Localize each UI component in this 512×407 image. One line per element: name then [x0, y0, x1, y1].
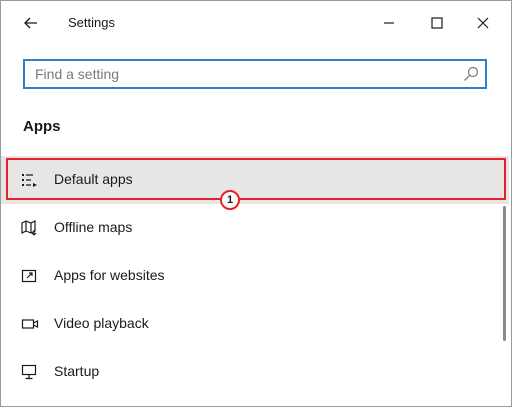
minimize-button[interactable] [375, 9, 403, 37]
nav-item-default-apps[interactable]: Default apps [1, 156, 509, 204]
nav-item-label: Startup [54, 363, 100, 379]
close-icon [477, 17, 489, 29]
nav-item-offline-maps[interactable]: Offline maps [1, 204, 509, 252]
scrollbar[interactable] [503, 206, 506, 341]
nav-item-label: Offline maps [54, 219, 133, 235]
back-arrow-icon [24, 17, 37, 29]
close-button[interactable] [469, 9, 497, 37]
startup-monitor-icon [21, 364, 37, 380]
nav-item-apps-for-websites[interactable]: Apps for websites [1, 252, 509, 300]
settings-window: Settings Apps [0, 0, 512, 407]
search-input[interactable] [25, 61, 465, 87]
search-box[interactable] [23, 59, 487, 89]
apps-for-websites-icon [21, 269, 37, 283]
nav-item-label: Video playback [54, 315, 149, 331]
map-icon [21, 220, 37, 236]
search-icon[interactable] [463, 66, 479, 82]
apps-nav-list: Default apps Offline maps Apps for websi… [1, 156, 511, 396]
back-button[interactable] [17, 9, 45, 37]
nav-item-label: Apps for websites [54, 267, 165, 283]
title-bar: Settings [1, 1, 511, 45]
window-title: Settings [68, 15, 115, 30]
video-camera-icon [21, 319, 39, 329]
minimize-icon [384, 22, 394, 24]
nav-item-video-playback[interactable]: Video playback [1, 300, 509, 348]
nav-item-startup[interactable]: Startup [1, 348, 509, 396]
default-apps-icon [22, 174, 37, 187]
maximize-icon [431, 17, 443, 29]
annotation-callout-badge: 1 [220, 190, 240, 210]
nav-item-label: Default apps [54, 171, 133, 187]
maximize-button[interactable] [423, 9, 451, 37]
callout-number: 1 [226, 194, 234, 206]
section-heading: Apps [23, 118, 61, 135]
